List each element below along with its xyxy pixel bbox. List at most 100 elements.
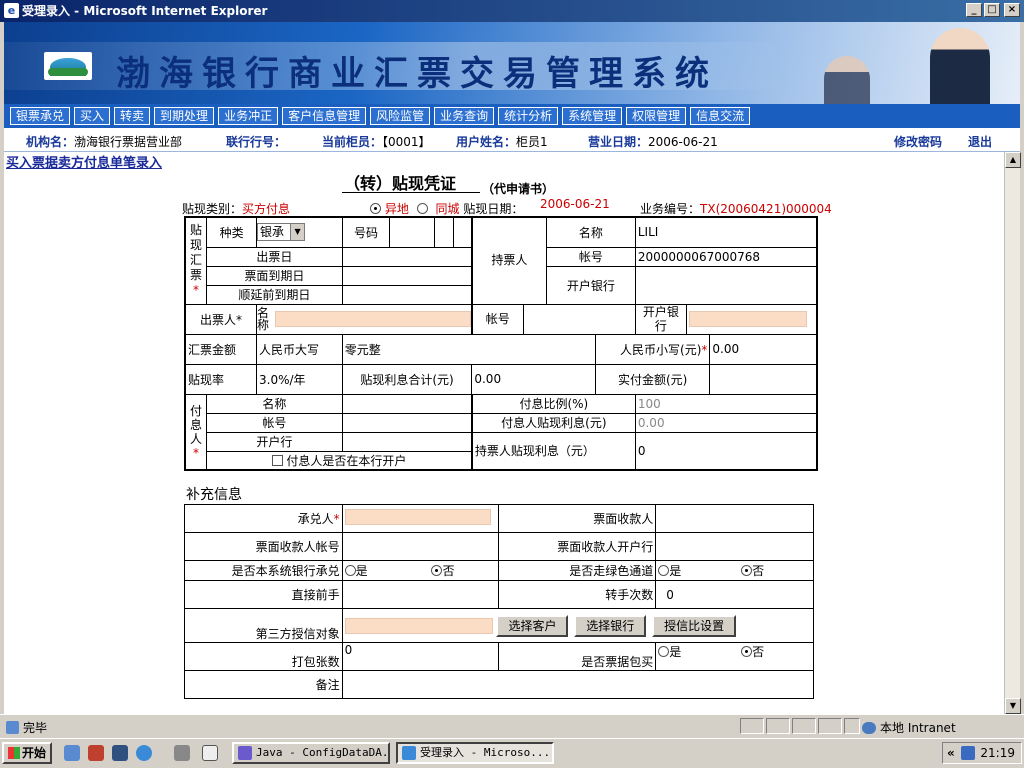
third-party-cell: 选择客户 选择银行 授信比设置 xyxy=(341,608,814,643)
ie-quicklaunch-icon[interactable] xyxy=(136,745,152,761)
task-java[interactable]: Java - ConfigDataDA... xyxy=(232,742,390,764)
number-input[interactable] xyxy=(389,216,436,248)
scroll-up-icon[interactable]: ▲ xyxy=(1005,152,1021,168)
payee-bank-input[interactable] xyxy=(655,532,814,561)
menu-item-stats[interactable]: 统计分析 xyxy=(498,107,559,125)
tray-expand-icon[interactable]: « xyxy=(947,743,955,763)
prev-holder-input[interactable] xyxy=(341,580,499,609)
status-bar: 完毕 本地 Intranet xyxy=(0,714,1024,736)
pack-buy-label: 是否票据包买 xyxy=(497,642,657,671)
maximize-icon[interactable]: □ xyxy=(984,3,1000,17)
start-button[interactable]: 开始 xyxy=(2,742,52,764)
intranet-icon xyxy=(862,722,876,734)
payer-group-label: 付息人 * xyxy=(184,393,208,471)
java-app-icon xyxy=(238,746,252,760)
payee-acct-input[interactable] xyxy=(341,532,499,561)
number-input[interactable] xyxy=(452,216,473,248)
drawer-name-input[interactable] xyxy=(274,311,471,327)
number-input[interactable] xyxy=(434,216,454,248)
own-accept-no-radio[interactable] xyxy=(431,565,443,576)
menu-item-query[interactable]: 业务查询 xyxy=(434,107,495,125)
payer-bank-input[interactable] xyxy=(341,431,473,452)
drawer-bank-input[interactable] xyxy=(689,311,807,327)
minimize-icon[interactable]: _ xyxy=(966,3,982,17)
rmb-lower-value[interactable]: 0.00 xyxy=(709,333,818,365)
acceptor-input[interactable] xyxy=(344,509,491,525)
pack-buy-no-radio[interactable] xyxy=(741,646,753,657)
pack-count-label: 打包张数 xyxy=(184,642,343,671)
holder-group-label: 持票人 xyxy=(470,216,547,305)
pack-buy-yes-radio[interactable] xyxy=(658,646,670,657)
pack-count-value[interactable]: 0 xyxy=(341,642,499,671)
payee-input[interactable] xyxy=(655,504,814,533)
menu-item-resell[interactable]: 转卖 xyxy=(114,107,151,125)
holder-bank-label: 开户银行 xyxy=(545,265,636,305)
change-password-link[interactable]: 修改密码 xyxy=(894,133,942,150)
discount-category: 贴现类别：买方付息 xyxy=(182,202,291,216)
rmb-upper-value: 零元整 xyxy=(341,333,596,365)
own-accept-yes-radio[interactable] xyxy=(344,565,356,576)
payer-name-input[interactable] xyxy=(341,393,473,414)
page-heading: 买入票据卖方付息单笔录入 xyxy=(6,156,163,171)
menu-item-maturity[interactable]: 到期处理 xyxy=(154,107,215,125)
help-icon[interactable] xyxy=(202,745,218,761)
keyboard-icon[interactable] xyxy=(174,745,190,761)
payer-in-bank-checkbox[interactable] xyxy=(271,454,283,466)
rate-value[interactable]: 3.0%/年 xyxy=(256,363,343,395)
select-bank-button[interactable]: 选择银行 xyxy=(574,614,647,637)
menu-item-reversal[interactable]: 业务冲正 xyxy=(218,107,279,125)
issue-date-input[interactable] xyxy=(341,246,473,267)
radio-remote[interactable] xyxy=(370,203,381,214)
ext-due-date-input[interactable] xyxy=(341,284,473,305)
green-yes-radio[interactable] xyxy=(658,565,670,576)
menu-item-customer[interactable]: 客户信息管理 xyxy=(282,107,367,125)
holder-bank-input[interactable] xyxy=(634,265,818,305)
menu-item-message[interactable]: 信息交流 xyxy=(690,107,751,125)
logout-link[interactable]: 退出 xyxy=(968,133,992,150)
radio-local[interactable] xyxy=(416,203,428,214)
third-party-input[interactable] xyxy=(344,617,493,634)
due-date-label: 票面到期日 xyxy=(206,265,343,286)
extra-info-title: 补充信息 xyxy=(186,487,242,503)
kind-select[interactable]: 银承 ▼ xyxy=(257,223,306,242)
show-desktop-icon[interactable] xyxy=(64,745,80,761)
quicklaunch-app-icon[interactable] xyxy=(88,745,104,761)
discount-date: 2006-06-21 xyxy=(540,197,610,211)
vertical-scrollbar[interactable]: ▲ ▼ xyxy=(1004,152,1021,714)
close-icon[interactable]: × xyxy=(1004,3,1020,17)
payer-interest-label: 付息人贴现利息(元) xyxy=(470,412,636,433)
org-info: 机构名：渤海银行票据营业部 xyxy=(26,135,183,149)
due-date-input[interactable] xyxy=(341,265,473,286)
drawer-acct-input[interactable] xyxy=(522,303,636,335)
payer-interest-value: 0.00 xyxy=(634,412,818,433)
remark-input[interactable] xyxy=(341,670,815,699)
user-info: 用户姓名：柜员1 xyxy=(456,135,548,149)
window-title-bar[interactable]: e 受理录入 - Microsoft Internet Explorer _ □… xyxy=(0,0,1024,22)
green-no-radio[interactable] xyxy=(741,565,753,576)
number-label: 号码 xyxy=(341,216,391,248)
payer-bank-label: 开户行 xyxy=(206,431,343,452)
holder-acct-value[interactable]: 2000000067000768 xyxy=(634,246,818,267)
discount-form: 贴现汇票 * 种类 银承 ▼ 号码 持票人 名称 LILI 出票日 帐号 20000… xyxy=(184,216,818,471)
menu-item-system[interactable]: 系统管理 xyxy=(562,107,623,125)
menu-item-buy[interactable]: 买入 xyxy=(74,107,111,125)
green-channel-label: 是否走绿色通道 xyxy=(497,560,657,581)
menu-item-permission[interactable]: 权限管理 xyxy=(626,107,687,125)
quicklaunch-app-icon[interactable] xyxy=(112,745,128,761)
payer-acct-input[interactable] xyxy=(341,412,473,433)
holder-name-value[interactable]: LILI xyxy=(634,216,818,248)
pack-buy-options: 是 否 xyxy=(655,642,814,671)
status-pane xyxy=(844,718,860,734)
transfer-count-label: 转手次数 xyxy=(497,580,657,609)
network-icon[interactable] xyxy=(961,746,975,760)
scroll-down-icon[interactable]: ▼ xyxy=(1005,698,1021,714)
select-customer-button[interactable]: 选择客户 xyxy=(496,614,569,637)
credit-ratio-button[interactable]: 授信比设置 xyxy=(652,614,737,637)
transfer-count-value[interactable]: 0 xyxy=(655,580,814,609)
task-ie[interactable]: 受理录入 - Microso... xyxy=(396,742,554,764)
drawer-bank-cell xyxy=(686,303,818,335)
menu-item-accept[interactable]: 银票承兑 xyxy=(10,107,71,125)
status-done: 完毕 xyxy=(6,719,47,736)
menu-item-risk[interactable]: 风险监管 xyxy=(370,107,431,125)
security-zone: 本地 Intranet xyxy=(862,719,956,736)
